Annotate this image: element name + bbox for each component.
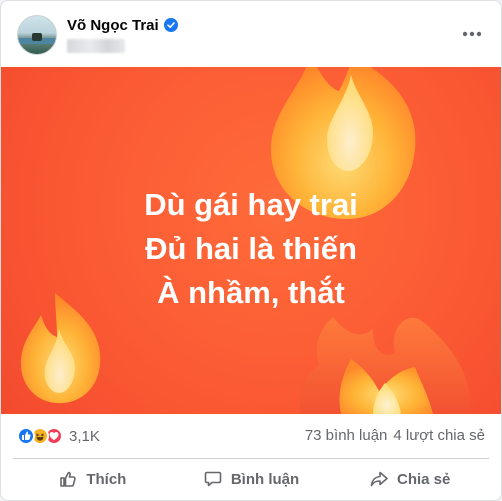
comment-icon	[204, 471, 222, 487]
action-divider	[13, 458, 489, 459]
author-row: Võ Ngọc Trai	[67, 15, 178, 35]
verified-badge-icon	[163, 18, 178, 32]
caption-line-2: Đủ hai là thiến	[145, 231, 357, 266]
comment-button[interactable]: Bình luận	[172, 460, 331, 498]
post-header: Võ Ngọc Trai	[1, 1, 501, 67]
like-label: Thích	[86, 470, 127, 488]
engagement-counts: 73 bình luận 4 lượt chia sẻ	[299, 427, 485, 444]
post-image[interactable]: Dù gái hay trai Đủ hai là thiến À nhầm, …	[1, 67, 501, 414]
share-button[interactable]: Chia sẻ	[330, 460, 489, 498]
comment-label: Bình luận	[230, 470, 300, 488]
thumbs-up-icon	[60, 471, 77, 487]
post-actions: Thích Bình luận Chia sẻ	[13, 460, 489, 498]
share-label: Chia sẻ	[397, 470, 451, 488]
post-caption: Dù gái hay trai Đủ hai là thiến À nhầm, …	[1, 183, 501, 315]
share-count[interactable]: 4 lượt chia sẻ	[393, 427, 485, 444]
flame-bottom-right	[299, 317, 472, 414]
reaction-summary[interactable]: 3,1K	[17, 427, 100, 445]
like-icon	[17, 427, 35, 445]
author-name[interactable]: Võ Ngọc Trai	[67, 17, 159, 34]
caption-line-1: Dù gái hay trai	[144, 187, 358, 222]
post-stats: 3,1K 73 bình luận 4 lượt chia sẻ	[1, 414, 501, 458]
more-options-icon[interactable]	[457, 19, 487, 49]
author-avatar[interactable]	[17, 15, 57, 55]
reaction-count: 3,1K	[69, 427, 100, 445]
facebook-post: Võ Ngọc Trai Dù gái hay trai Đủ hai là t…	[0, 0, 502, 501]
like-button[interactable]: Thích	[13, 460, 172, 498]
caption-line-3: À nhầm, thắt	[157, 275, 345, 310]
comment-count[interactable]: 73 bình luận	[305, 427, 388, 444]
avatar-boat	[32, 33, 42, 41]
blurred-timestamp	[67, 39, 125, 53]
share-icon	[370, 471, 388, 487]
